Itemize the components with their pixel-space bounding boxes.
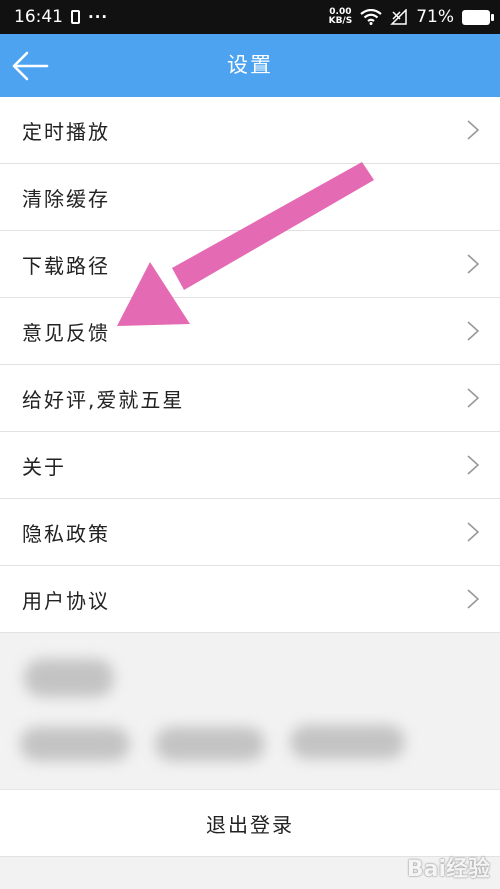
settings-item-about[interactable]: 关于 <box>0 432 500 499</box>
blurred-block <box>24 659 114 697</box>
blurred-block <box>20 727 130 761</box>
settings-item-label: 给好评,爱就五星 <box>22 387 185 412</box>
battery-icon <box>462 9 494 25</box>
settings-item-scheduled-play[interactable]: 定时播放 <box>0 97 500 164</box>
settings-item-user-agreement[interactable]: 用户协议 <box>0 566 500 633</box>
settings-item-label: 清除缓存 <box>22 186 110 211</box>
vibrate-icon <box>71 10 80 24</box>
settings-item-feedback[interactable]: 意见反馈 <box>0 298 500 365</box>
chevron-right-icon <box>466 588 480 610</box>
settings-item-rate-five-stars[interactable]: 给好评,爱就五星 <box>0 365 500 432</box>
settings-item-privacy-policy[interactable]: 隐私政策 <box>0 499 500 566</box>
status-bar: 16:41 ··· 0.00 KB/S 71% <box>0 0 500 34</box>
settings-item-download-path[interactable]: 下载路径 <box>0 231 500 298</box>
chevron-right-icon <box>466 253 480 275</box>
wifi-icon <box>360 9 382 25</box>
chevron-right-icon <box>466 320 480 342</box>
more-notifications-icon: ··· <box>88 8 109 26</box>
blurred-region <box>0 641 500 789</box>
app-header: 设置 <box>0 34 500 97</box>
settings-item-label: 定时播放 <box>22 119 110 144</box>
network-speed-unit: KB/S <box>328 16 353 26</box>
network-speed: 0.00 KB/S <box>329 8 353 26</box>
logout-label: 退出登录 <box>206 812 294 837</box>
settings-item-clear-cache[interactable]: 清除缓存 <box>0 164 500 231</box>
status-right: 0.00 KB/S 71% <box>329 7 494 27</box>
status-left: 16:41 ··· <box>14 7 108 27</box>
watermark: Bai经验 <box>370 849 490 883</box>
settings-list: 定时播放 清除缓存 下载路径 意见反馈 给好评,爱就五星 关于 隐私政策 用户协… <box>0 97 500 633</box>
settings-item-label: 隐私政策 <box>22 521 110 546</box>
no-signal-icon <box>390 9 407 25</box>
page-title: 设置 <box>227 53 273 77</box>
logout-button[interactable]: 退出登录 <box>0 789 500 857</box>
battery-percent: 71% <box>416 7 454 27</box>
chevron-right-icon <box>466 387 480 409</box>
settings-item-label: 用户协议 <box>22 588 110 613</box>
chevron-right-icon <box>466 521 480 543</box>
chevron-right-icon <box>466 454 480 476</box>
status-time: 16:41 <box>14 7 63 27</box>
blurred-block <box>290 725 405 759</box>
blurred-block <box>155 727 265 761</box>
chevron-right-icon <box>466 119 480 141</box>
settings-item-label: 下载路径 <box>22 253 110 278</box>
settings-item-label: 关于 <box>22 454 66 479</box>
settings-item-label: 意见反馈 <box>22 320 110 345</box>
watermark-text: Bai经验 <box>406 857 490 882</box>
